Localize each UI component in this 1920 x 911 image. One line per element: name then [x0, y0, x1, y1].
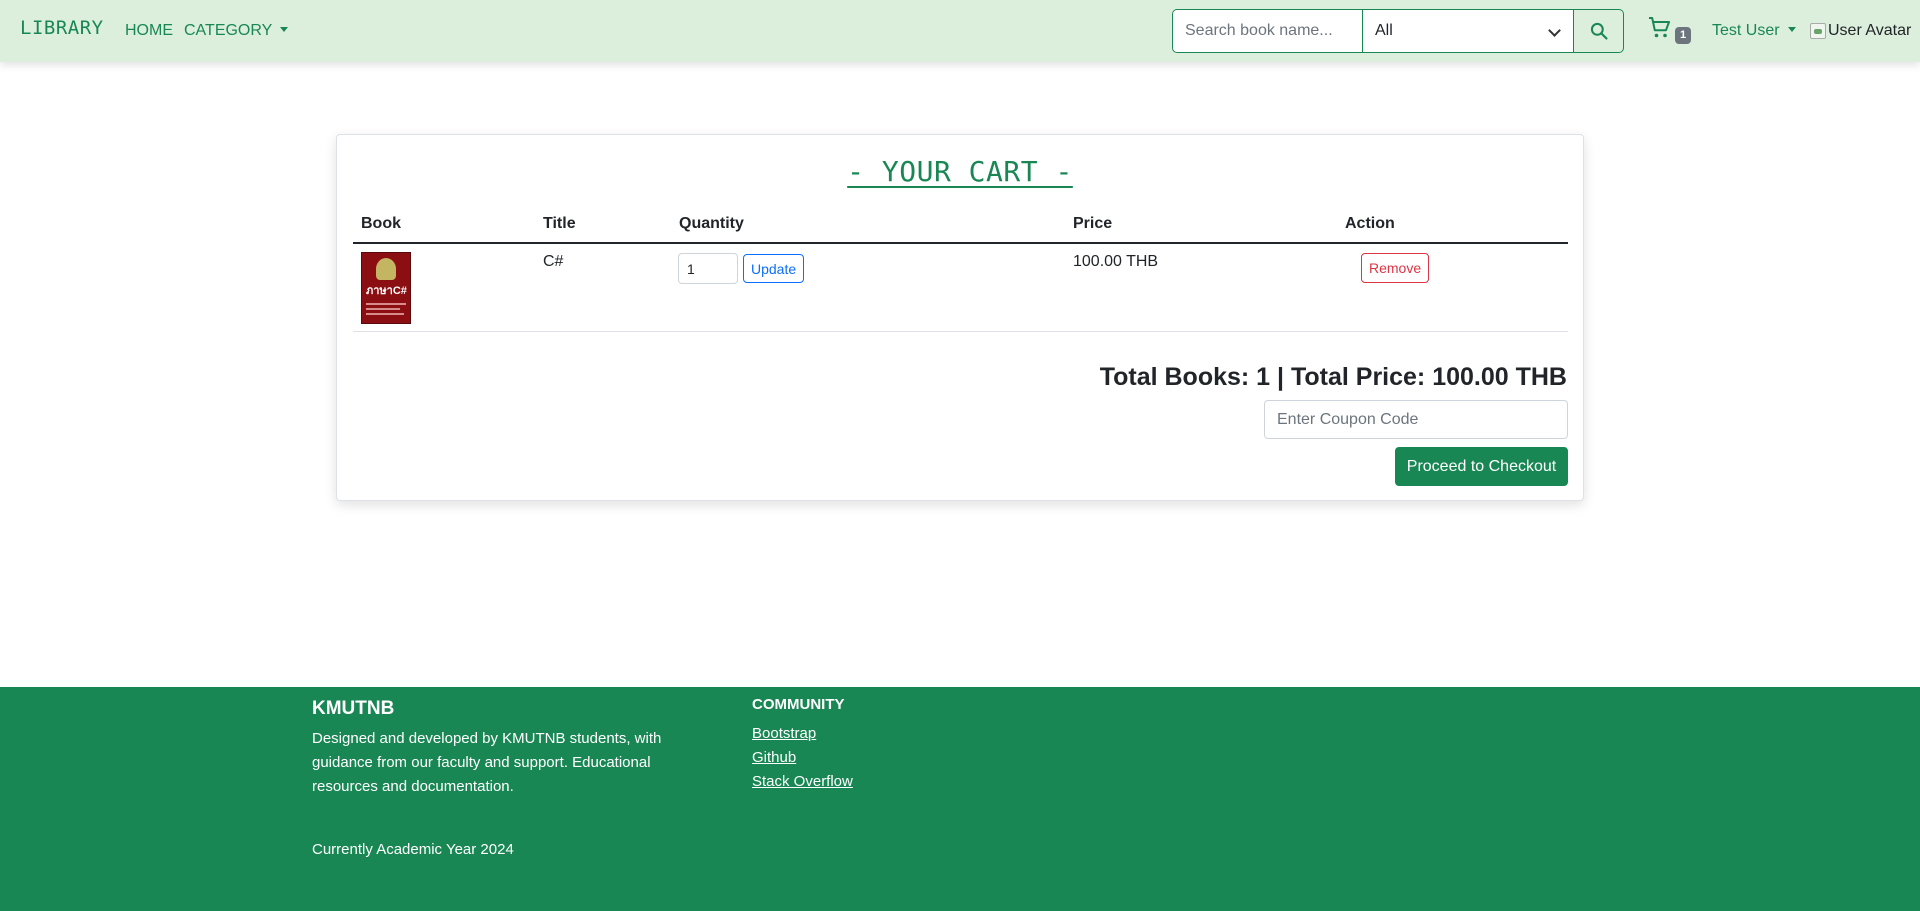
footer-brand: KMUTNB [312, 698, 395, 719]
footer: KMUTNB Designed and developed by KMUTNB … [0, 687, 1920, 911]
nav-category-dropdown[interactable]: CATEGORY [184, 22, 289, 40]
caret-down-icon [280, 27, 289, 33]
cart-table-header: Book Title Quantity Price Action [353, 215, 1568, 244]
cart-title: - YOUR CART - [337, 155, 1583, 188]
header-price: Price [1073, 215, 1113, 232]
header-title: Title [543, 215, 576, 232]
quantity-input[interactable] [678, 253, 738, 284]
footer-academic-year: Currently Academic Year 2024 [312, 841, 514, 858]
footer-link-stack-overflow[interactable]: Stack Overflow [752, 773, 853, 790]
footer-link-bootstrap[interactable]: Bootstrap [752, 725, 816, 742]
category-filter-value: All [1375, 22, 1393, 39]
cart-link[interactable]: 1 [1648, 16, 1698, 46]
cart-card: - YOUR CART - Book Title Quantity Price … [336, 134, 1584, 501]
user-name: Test User [1712, 22, 1780, 39]
cover-line [366, 313, 404, 315]
checkout-button[interactable]: Proceed to Checkout [1395, 447, 1568, 486]
avatar-alt-text: User Avatar [1828, 22, 1912, 39]
table-row: ภาษาC# C# Update 100.00 THB Remove [353, 244, 1568, 332]
update-button[interactable]: Update [743, 254, 805, 283]
caret-down-icon [1787, 27, 1796, 33]
cart-summary: Total Books: 1 | Total Price: 100.00 THB [1099, 363, 1567, 391]
header-quantity: Quantity [679, 215, 744, 232]
search-group: All [1172, 9, 1624, 53]
book-cover-image[interactable]: ภาษาC# [361, 252, 411, 324]
remove-button[interactable]: Remove [1361, 253, 1430, 283]
broken-image-icon [1810, 23, 1826, 39]
search-button[interactable] [1574, 9, 1624, 53]
footer-community-heading: COMMUNITY [752, 696, 845, 713]
header-book: Book [361, 215, 401, 232]
cover-line [366, 308, 400, 310]
search-icon [1590, 22, 1608, 40]
user-menu-dropdown[interactable]: Test User [1712, 22, 1796, 40]
cart-title-text: - YOUR CART - [847, 155, 1073, 188]
item-price: 100.00 THB [1073, 253, 1159, 270]
navbar: LIBRARY HOME CATEGORY All 1 Test User Us… [0, 0, 1920, 62]
coupon-input[interactable] [1264, 400, 1568, 439]
chevron-down-icon [1548, 24, 1561, 37]
cover-line [366, 303, 406, 305]
avatar[interactable]: User Avatar [1810, 22, 1911, 40]
nav-home-link[interactable]: HOME [125, 22, 173, 40]
category-filter-select[interactable]: All [1362, 9, 1574, 53]
search-input[interactable] [1172, 9, 1362, 53]
cover-illustration [376, 258, 396, 280]
header-action: Action [1345, 215, 1395, 232]
footer-description: Designed and developed by KMUTNB student… [312, 730, 662, 795]
item-title: C# [543, 253, 564, 270]
cart-icon [1649, 17, 1670, 38]
cover-title-text: ภาษาC# [366, 285, 407, 297]
nav-category-label: CATEGORY [184, 22, 273, 39]
cart-count-badge: 1 [1675, 27, 1692, 44]
brand-logo[interactable]: LIBRARY [20, 17, 104, 39]
footer-link-github[interactable]: Github [752, 749, 796, 766]
